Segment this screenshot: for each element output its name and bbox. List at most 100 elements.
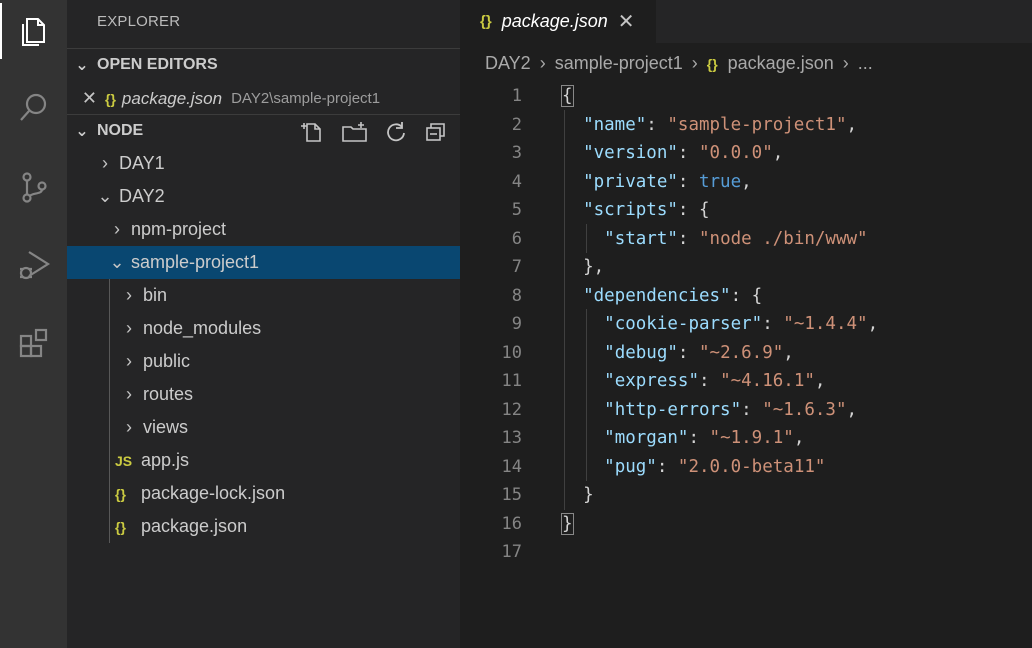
code-line[interactable]: 6 "start": "node ./bin/www" <box>460 225 1032 254</box>
line-number: 17 <box>501 542 522 563</box>
chevron-down-icon: ⌄ <box>75 57 89 74</box>
refresh-icon[interactable] <box>381 120 411 144</box>
tree-item-label: sample-project1 <box>131 252 260 272</box>
code-token: "pug" <box>604 456 657 477</box>
code-token: "name" <box>583 114 647 135</box>
code-text: }, <box>562 257 604 277</box>
search-icon[interactable] <box>0 80 67 136</box>
tree-item-routes[interactable]: › routes <box>67 378 460 411</box>
source-control-icon[interactable] <box>0 159 67 215</box>
code-token: , <box>793 428 805 449</box>
code-token: "dependencies" <box>583 285 731 306</box>
chevron-right-icon: › <box>126 351 132 371</box>
line-number: 6 <box>511 228 522 249</box>
tree-item-bin[interactable]: › bin <box>67 279 460 312</box>
code-token: , <box>846 399 858 420</box>
breadcrumb-item[interactable]: DAY2 <box>485 53 531 74</box>
code-token: "~4.16.1" <box>720 371 815 392</box>
line-number: 3 <box>511 143 522 164</box>
code-line[interactable]: 15 } <box>460 481 1032 510</box>
explorer-sidebar: EXPLORER ⌄ OPEN EDITORS ✕ {} package.jso… <box>67 0 460 648</box>
tree-item-app-js[interactable]: JS app.js <box>67 444 460 477</box>
code-token: : <box>646 114 668 135</box>
tree-item-day1[interactable]: › DAY1 <box>67 147 460 180</box>
code-token: : <box>677 171 699 192</box>
tab-bar: {} package.json ✕ <box>460 0 1032 43</box>
code-line[interactable]: 12 "http-errors": "~1.6.3", <box>460 396 1032 425</box>
tree-item-day2[interactable]: ⌄ DAY2 <box>67 180 460 213</box>
json-file-icon: {} <box>115 485 126 502</box>
line-number: 9 <box>511 314 522 335</box>
workspace-header[interactable]: ⌄ NODE <box>67 114 460 147</box>
tree-item-npm-project[interactable]: › npm-project <box>67 213 460 246</box>
line-number: 7 <box>511 257 522 278</box>
chevron-right-icon: › <box>842 53 849 73</box>
code-line[interactable]: 14 "pug": "2.0.0-beta11" <box>460 453 1032 482</box>
tree-item-label: DAY2 <box>119 186 165 206</box>
code-line[interactable]: 3 "version": "0.0.0", <box>460 139 1032 168</box>
code-token: : <box>741 399 763 420</box>
open-editors-header[interactable]: ⌄ OPEN EDITORS <box>67 48 460 81</box>
code-token: } <box>561 512 574 535</box>
code-text: "scripts": { <box>562 200 709 220</box>
code-line[interactable]: 9 "cookie-parser": "~1.4.4", <box>460 310 1032 339</box>
code-token: "morgan" <box>604 428 689 449</box>
close-icon[interactable]: ✕ <box>73 88 103 109</box>
breadcrumb-item[interactable]: package.json <box>728 53 834 74</box>
code-line[interactable]: 5 "scripts": { <box>460 196 1032 225</box>
tab-package-json[interactable]: {} package.json ✕ <box>460 0 656 43</box>
chevron-right-icon: › <box>691 53 698 73</box>
extensions-icon[interactable] <box>0 316 67 372</box>
code-line[interactable]: 2 "name": "sample-project1", <box>460 111 1032 140</box>
code-line[interactable]: 1{ <box>460 82 1032 111</box>
json-file-icon: {} <box>480 13 492 30</box>
code-token: } <box>562 485 594 506</box>
code-line[interactable]: 13 "morgan": "~1.9.1", <box>460 424 1032 453</box>
tree-item-package-lock-json[interactable]: {} package-lock.json <box>67 477 460 510</box>
code-text: "version": "0.0.0", <box>562 143 783 163</box>
chevron-right-icon: › <box>114 219 120 239</box>
tree-item-views[interactable]: › views <box>67 411 460 444</box>
line-number: 13 <box>501 428 522 449</box>
code-token: , <box>741 171 752 192</box>
line-number: 4 <box>511 171 522 192</box>
open-editor-item[interactable]: ✕ {} package.json DAY2\sample-project1 <box>67 82 460 115</box>
tree-item-label: routes <box>143 384 194 404</box>
breadcrumb-item[interactable]: sample-project1 <box>555 53 683 74</box>
code-line[interactable]: 11 "express": "~4.16.1", <box>460 367 1032 396</box>
explorer-files-icon[interactable] <box>0 3 67 59</box>
tree-item-public[interactable]: › public <box>67 345 460 378</box>
close-icon[interactable]: ✕ <box>618 9 635 34</box>
tree-item-package-json[interactable]: {} package.json <box>67 510 460 543</box>
code-line[interactable]: 8 "dependencies": { <box>460 282 1032 311</box>
line-number: 14 <box>501 456 522 477</box>
code-token: "~1.6.3" <box>762 399 847 420</box>
line-number: 12 <box>501 399 522 420</box>
tree-item-sample-project1[interactable]: ⌄ sample-project1 <box>67 246 460 279</box>
code-text: "pug": "2.0.0-beta11" <box>562 457 825 477</box>
new-folder-icon[interactable] <box>340 120 370 144</box>
code-line[interactable]: 10 "debug": "~2.6.9", <box>460 339 1032 368</box>
run-debug-icon[interactable] <box>0 237 67 293</box>
breadcrumb-item[interactable]: ... <box>858 53 873 74</box>
code-token: "private" <box>583 171 678 192</box>
code-line[interactable]: 16} <box>460 510 1032 539</box>
tree-item-node-modules[interactable]: › node_modules <box>67 312 460 345</box>
chevron-down-icon: ⌄ <box>75 123 89 140</box>
code-line[interactable]: 17 <box>460 538 1032 567</box>
tree-item-label: package.json <box>141 516 248 536</box>
new-file-icon[interactable] <box>299 120 329 144</box>
code-token: "2.0.0-beta11" <box>677 456 826 477</box>
code-token: }, <box>562 257 605 278</box>
code-line[interactable]: 4 "private": true, <box>460 168 1032 197</box>
javascript-file-icon: JS <box>115 452 133 469</box>
code-line[interactable]: 7 }, <box>460 253 1032 282</box>
workspace-actions <box>299 115 452 148</box>
tab-label: package.json <box>501 11 608 31</box>
collapse-all-icon[interactable] <box>422 120 452 144</box>
code-token: , <box>772 143 784 164</box>
json-file-icon: {} <box>706 55 718 72</box>
